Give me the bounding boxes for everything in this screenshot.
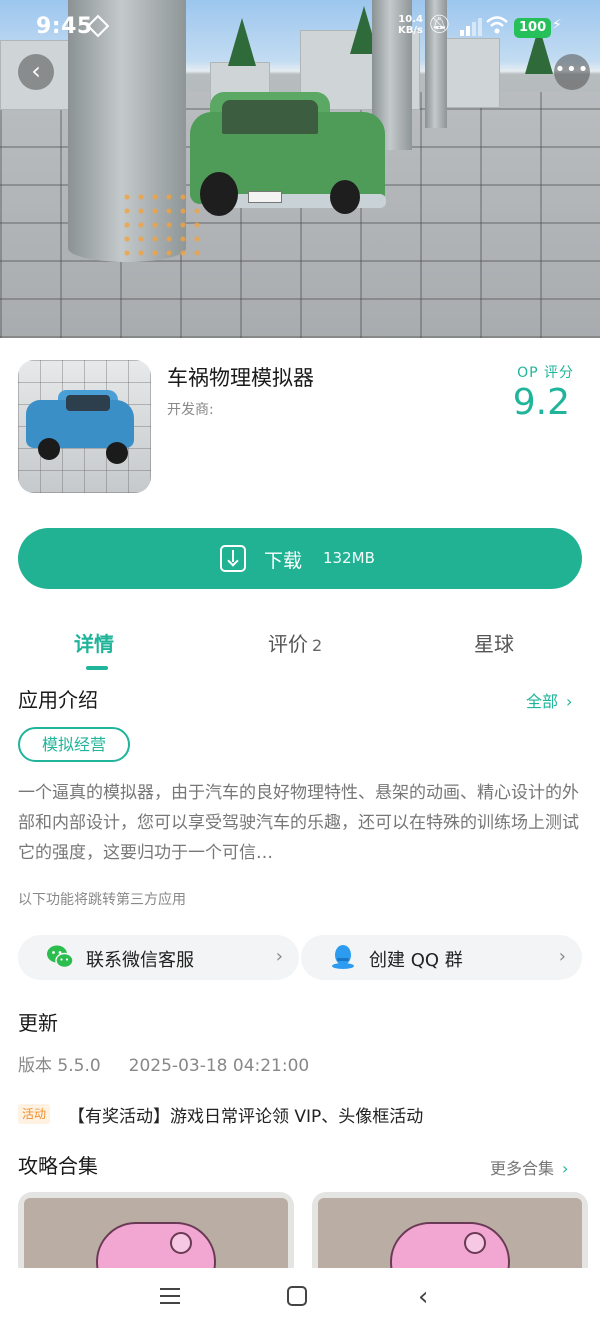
app-description[interactable]: 一个逼真的模拟器，由于汽车的良好物理特性、悬架的动画、精心设计的外部和内部设计，…	[18, 778, 584, 868]
back-icon[interactable]: ‹	[418, 1282, 428, 1312]
download-icon	[220, 545, 246, 572]
hero-car-wheel	[200, 172, 238, 216]
version-number: 版本 5.5.0	[18, 1056, 101, 1076]
app-icon-car-wheel	[106, 442, 128, 464]
more-guides-label: 更多合集	[490, 1159, 555, 1178]
tab-details-label: 详情	[74, 632, 114, 656]
activity-link[interactable]: 【有奖活动】游戏日常评论领 VIP、头像框活动	[68, 1102, 423, 1127]
hero-car-window	[222, 100, 318, 134]
tab-reviews-label: 评价	[268, 632, 308, 656]
rating-label: OP 评分	[517, 365, 574, 381]
hero-sparks	[120, 190, 200, 260]
hero-car-bumper	[218, 194, 386, 208]
intro-title: 应用介绍	[18, 688, 98, 712]
hero-car-plate	[248, 191, 282, 203]
rating-value[interactable]: 9.2	[480, 382, 570, 423]
guide-character	[390, 1222, 510, 1268]
guides-title: 攻略合集	[18, 1154, 98, 1178]
status-bar: 9:45 10.4 KB/s 🔕︎ 100 ⚡︎	[0, 0, 600, 56]
tab-planet[interactable]: 星球	[474, 628, 514, 657]
app-icon-car-window	[66, 395, 110, 411]
guide-card[interactable]	[18, 1192, 294, 1268]
chevron-right-icon: ›	[562, 1159, 569, 1178]
more-horizontal-icon: •••	[554, 59, 590, 80]
hero-car-wheel	[330, 180, 360, 214]
wechat-icon	[47, 945, 74, 969]
chevron-left-icon: ‹	[31, 57, 41, 85]
network-speed-unit: KB/s	[398, 25, 423, 36]
guide-character-eye	[170, 1232, 192, 1254]
battery-icon: 100	[514, 18, 552, 38]
intro-all-link[interactable]: 全部 ›	[526, 688, 572, 712]
version-info: 版本 5.5.0 2025-03-18 04:21:00	[18, 1051, 309, 1076]
network-speed-value: 10.4	[398, 14, 423, 25]
intro-all-label: 全部	[526, 692, 559, 711]
menu-icon[interactable]	[160, 1288, 180, 1304]
app-title: 车祸物理模拟器	[167, 366, 314, 390]
download-button[interactable]: 下载 132MB	[18, 528, 582, 589]
wechat-service-button[interactable]: 联系微信客服 ›	[18, 935, 299, 980]
chevron-right-icon: ›	[558, 946, 566, 967]
third-party-note: 以下功能将跳转第三方应用	[18, 892, 186, 908]
tab-planet-label: 星球	[474, 632, 514, 656]
app-developer: 开发商:	[167, 402, 214, 418]
more-guides-link[interactable]: 更多合集 ›	[490, 1155, 568, 1179]
qq-group-label: 创建 QQ 群	[369, 950, 463, 971]
tab-details[interactable]: 详情	[74, 628, 114, 657]
more-button[interactable]: •••	[554, 54, 590, 90]
system-navigation-bar: ‹	[0, 1268, 600, 1333]
chevron-right-icon: ›	[275, 946, 283, 967]
wechat-service-label: 联系微信客服	[86, 950, 194, 971]
app-icon	[18, 360, 151, 493]
chevron-right-icon: ›	[566, 692, 573, 711]
network-speed: 10.4 KB/s	[398, 14, 423, 36]
hero-banner-image[interactable]: 9:45 10.4 KB/s 🔕︎ 100 ⚡︎ ‹ •••	[0, 0, 600, 338]
app-icon-car-wheel	[38, 438, 60, 460]
qq-group-button[interactable]: 创建 QQ 群 ›	[301, 935, 582, 980]
wifi-icon	[486, 16, 508, 34]
mute-bell-icon: 🔕︎	[428, 14, 451, 35]
tab-reviews-count: 2	[312, 636, 323, 655]
tab-active-indicator	[86, 666, 108, 670]
home-icon[interactable]	[287, 1286, 307, 1306]
activity-badge: 活动	[18, 1104, 51, 1124]
version-date: 2025-03-18 04:21:00	[128, 1056, 310, 1076]
charging-icon: ⚡︎	[552, 17, 562, 33]
download-size: 132MB	[323, 549, 375, 567]
back-button[interactable]: ‹	[18, 54, 54, 90]
genre-tag[interactable]: 模拟经营	[18, 727, 131, 762]
status-icons: 🔕︎ 100 ⚡︎	[428, 14, 588, 42]
status-time: 9:45	[36, 14, 93, 39]
qq-icon	[332, 945, 354, 969]
guide-character-eye	[464, 1232, 486, 1254]
guide-card[interactable]	[312, 1192, 588, 1268]
download-label: 下载	[264, 550, 303, 572]
update-title: 更新	[18, 1011, 58, 1035]
guide-character	[96, 1222, 216, 1268]
tab-reviews[interactable]: 评价 2	[268, 628, 322, 657]
